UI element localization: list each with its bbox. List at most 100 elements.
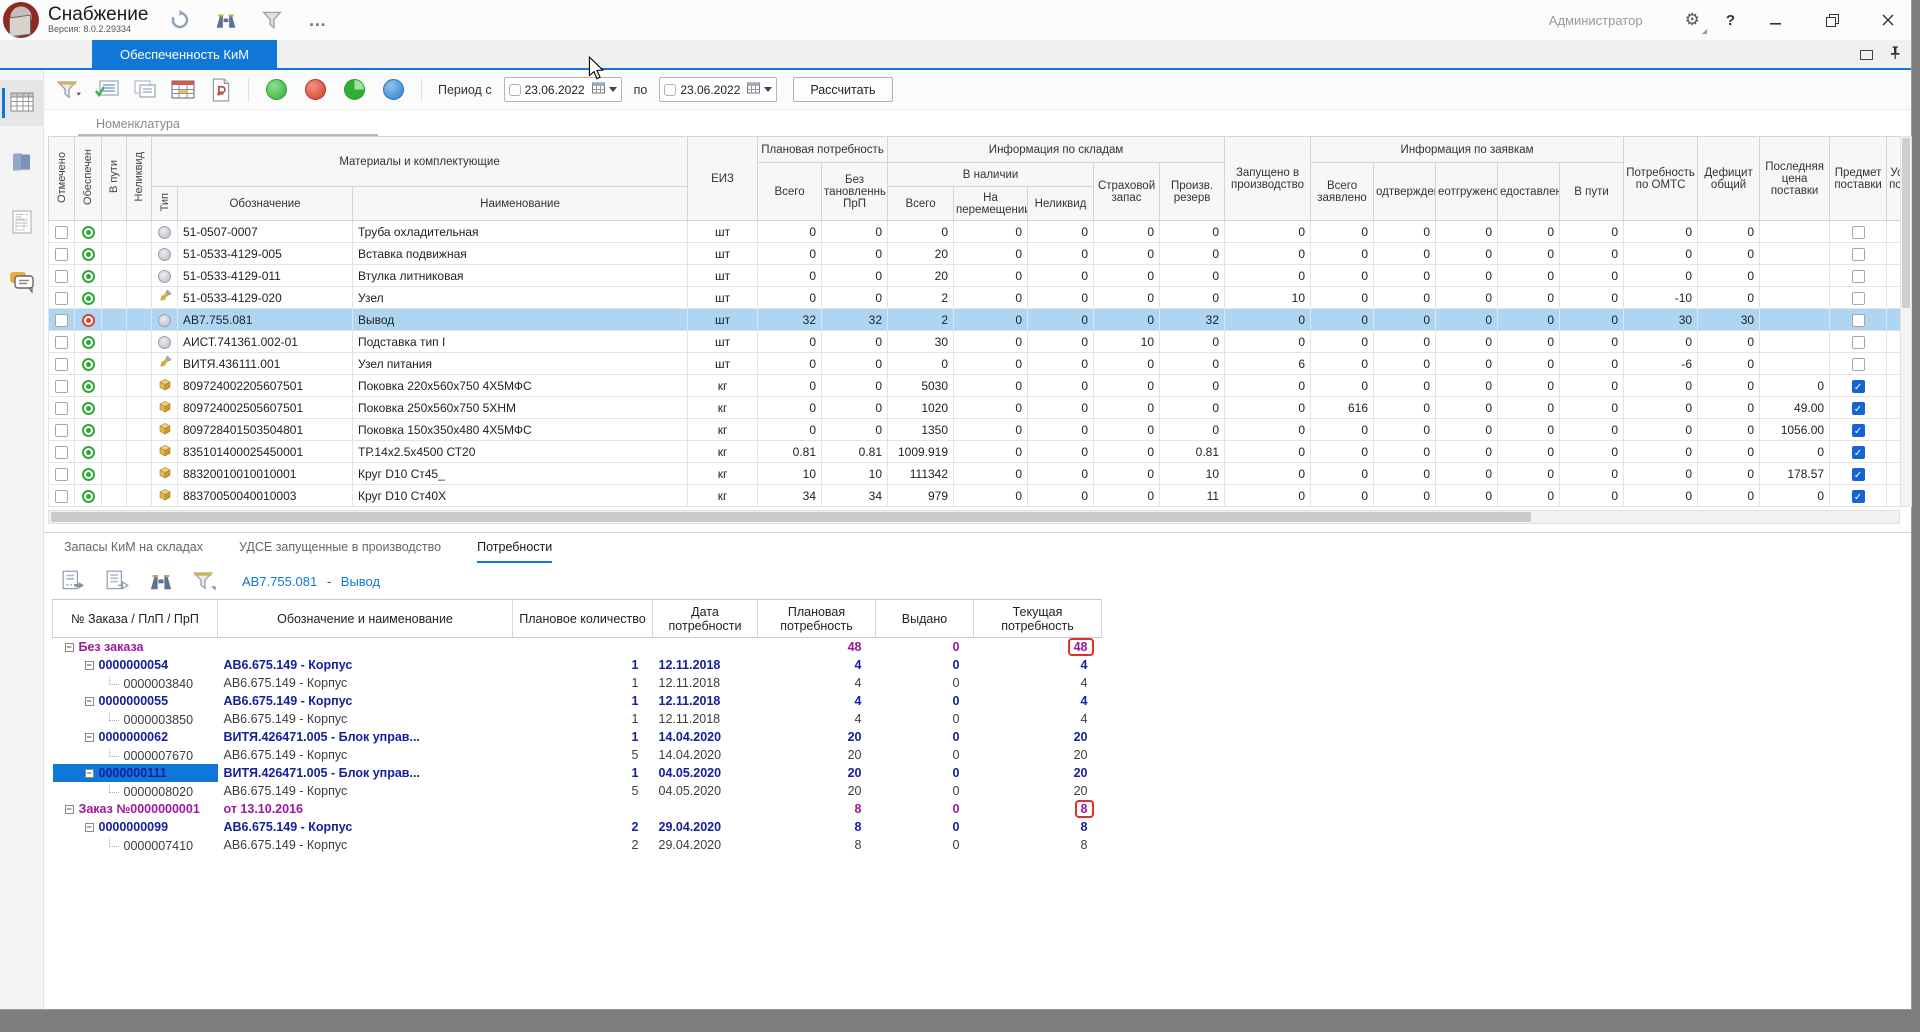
requirement-row[interactable]: 0000003850АВ6.675.149 - Корпус112.11.201…	[53, 710, 1102, 728]
marked-cell[interactable]	[49, 221, 75, 243]
designation-name-cell[interactable]: АВ6.675.149 - Корпус	[218, 782, 513, 800]
name-cell[interactable]: Узел	[353, 287, 688, 309]
name-cell[interactable]: ТР.14х2.5х4500 СТ20	[353, 441, 688, 463]
supply-cell[interactable]: ✓	[1830, 485, 1887, 507]
designation-cell[interactable]: 809728401503504801	[178, 419, 353, 441]
band-materials[interactable]: Материалы и комплектующие	[152, 137, 688, 187]
marked-cell[interactable]	[49, 397, 75, 419]
row-checkbox[interactable]	[55, 468, 68, 481]
req-col-header-1[interactable]: Обозначение и наименование	[218, 600, 513, 638]
order-cell[interactable]: 0000007670	[53, 746, 218, 764]
col-header-launched[interactable]: Запущено в производство	[1225, 137, 1311, 221]
calendar-icon[interactable]	[592, 82, 605, 97]
date-to-dropdown-icon[interactable]	[764, 87, 772, 92]
supply-checkbox-checked[interactable]: ✓	[1852, 490, 1865, 503]
supply-checkbox[interactable]	[1852, 292, 1865, 305]
col-header-plan-total[interactable]: Всего	[758, 163, 822, 221]
row-checkbox[interactable]	[55, 314, 68, 327]
designation-cell[interactable]: АИСТ.741361.002-01	[178, 331, 353, 353]
name-cell[interactable]: Втулка литниковая	[353, 265, 688, 287]
order-cell[interactable]: −0000000054	[53, 656, 218, 674]
row-checkbox[interactable]	[55, 358, 68, 371]
supply-cell[interactable]: ✓	[1830, 463, 1887, 485]
help-icon[interactable]: ?	[1726, 12, 1735, 29]
col-header-clipped[interactable]: Ус пос	[1887, 137, 1900, 221]
supply-cell[interactable]	[1830, 243, 1887, 265]
row-checkbox[interactable]	[55, 270, 68, 283]
grid-row[interactable]: 88320010010010001Круг D10 Ст45_кг1010111…	[49, 463, 1901, 485]
gear-icon[interactable]: ⚙	[1685, 10, 1700, 30]
designation-name-cell[interactable]: АВ6.675.149 - Корпус	[218, 674, 513, 692]
name-cell[interactable]: Круг D10 Ст40Х	[353, 485, 688, 507]
tree-expander-icon[interactable]: −	[65, 805, 74, 814]
row-checkbox[interactable]	[55, 226, 68, 239]
sidebar-item-books[interactable]	[0, 140, 44, 186]
designation-cell[interactable]: 809724002205607501	[178, 375, 353, 397]
bottom-tab-1[interactable]: УДСЕ запущенные в производство	[239, 533, 441, 563]
restore-icon[interactable]	[1817, 6, 1847, 34]
designation-cell[interactable]: 51-0533-4129-020	[178, 287, 353, 309]
col-header-not-shipped[interactable]: еотгружено	[1436, 163, 1498, 221]
filter-dropdown-button[interactable]	[54, 75, 84, 105]
col-header-illiquid[interactable]: Неликвид	[127, 137, 152, 221]
req-col-header-6[interactable]: Текущая потребность	[974, 600, 1102, 638]
filter-icon[interactable]	[258, 6, 286, 34]
col-header-confirmed[interactable]: одтвержден	[1374, 163, 1436, 221]
order-cell[interactable]: −Без заказа	[53, 638, 218, 657]
designation-cell[interactable]: 835101400025450001	[178, 441, 353, 463]
tree-node-label[interactable]: 0000007670	[124, 749, 194, 763]
req-col-header-0[interactable]: № Заказа / ПлП / ПрП	[53, 600, 218, 638]
grid-row[interactable]: 809728401503504801Поковка 150х350х480 4Х…	[49, 419, 1901, 441]
export-document-icon[interactable]	[58, 566, 88, 596]
tree-expander-icon[interactable]: −	[85, 697, 94, 706]
col-header-plan-noprp[interactable]: Без тановленнь ПрП	[822, 163, 888, 221]
col-header-deficit[interactable]: Дефицит общий	[1698, 137, 1760, 221]
supply-checkbox[interactable]	[1852, 314, 1865, 327]
col-header-last-price[interactable]: Последняя цена поставки	[1760, 137, 1830, 221]
requirement-row[interactable]: −0000000055АВ6.675.149 - Корпус112.11.20…	[53, 692, 1102, 710]
designation-name-cell[interactable]: АВ6.675.149 - Корпус	[218, 710, 513, 728]
designation-name-cell[interactable]: от 13.10.2016	[218, 800, 513, 818]
selected-item-link[interactable]: АВ7.755.081 - Вывод	[242, 574, 380, 589]
col-header-in-transit[interactable]: В пути	[102, 137, 127, 221]
name-cell[interactable]: Узел питания	[353, 353, 688, 375]
grid-row[interactable]: 51-0507-0007Труба охладительнаяшт0000000…	[49, 221, 1901, 243]
name-cell[interactable]: Подставка тип I	[353, 331, 688, 353]
binoculars-icon[interactable]	[212, 6, 240, 34]
marked-cell[interactable]	[49, 287, 75, 309]
tree-node-label[interactable]: Заказ №0000000001	[79, 802, 200, 816]
name-cell[interactable]: Вывод	[353, 309, 688, 331]
tree-node-label[interactable]: 0000003840	[124, 677, 194, 691]
designation-cell[interactable]: 88320010010010001	[178, 463, 353, 485]
supply-cell[interactable]	[1830, 309, 1887, 331]
designation-cell[interactable]: 88370050040010003	[178, 485, 353, 507]
tree-node-label[interactable]: 0000008020	[124, 785, 194, 799]
designation-name-cell[interactable]	[218, 638, 513, 657]
order-cell[interactable]: −Заказ №0000000001	[53, 800, 218, 818]
supply-checkbox[interactable]	[1852, 336, 1865, 349]
close-icon[interactable]	[1873, 6, 1903, 34]
order-cell[interactable]: −0000000099	[53, 818, 218, 836]
calculate-button[interactable]: Рассчитать	[793, 77, 892, 102]
marked-cell[interactable]	[49, 485, 75, 507]
designation-cell[interactable]: 809724002505607501	[178, 397, 353, 419]
tree-node-label[interactable]: 0000007410	[124, 839, 194, 853]
save-grid-button[interactable]	[168, 75, 198, 105]
col-header-safety[interactable]: Страховой запас	[1094, 163, 1160, 221]
tree-node-label[interactable]: 0000000062	[99, 730, 169, 744]
col-header-unit[interactable]: ЕИЗ	[688, 137, 758, 221]
marked-cell[interactable]	[49, 353, 75, 375]
designation-name-cell[interactable]: АВ6.675.149 - Корпус	[218, 656, 513, 674]
name-cell[interactable]: Вставка подвижная	[353, 243, 688, 265]
band-stock[interactable]: Информация по складам	[888, 137, 1225, 163]
minimize-icon[interactable]	[1761, 6, 1791, 34]
tree-node-label[interactable]: 0000000055	[99, 694, 169, 708]
name-cell[interactable]: Труба охладительная	[353, 221, 688, 243]
main-grid-horizontal-scrollbar[interactable]	[48, 510, 1900, 524]
marked-cell[interactable]	[49, 243, 75, 265]
tree-node-label[interactable]: 0000003850	[124, 713, 194, 727]
calendar-icon[interactable]	[747, 82, 760, 97]
col-header-not-delivered[interactable]: едоставлен	[1498, 163, 1560, 221]
copy-button[interactable]	[130, 75, 160, 105]
order-cell[interactable]: −0000000062	[53, 728, 218, 746]
